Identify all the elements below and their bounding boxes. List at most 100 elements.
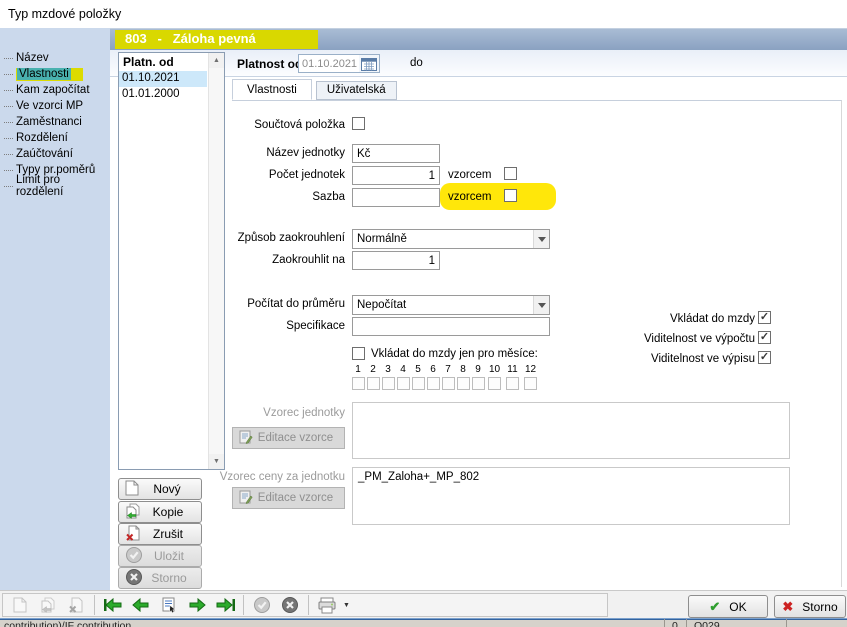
sidebar-item-label: Limit pro rozdělení bbox=[16, 174, 110, 198]
section-sidebar: Název Vlastnosti Kam započítat Ve vzorci… bbox=[0, 28, 110, 590]
sidebar-item-zauctovani[interactable]: Zaúčtování bbox=[2, 146, 110, 162]
insert-to-wage-checkbox[interactable]: ✓ bbox=[758, 311, 771, 324]
storno-button-label: Storno bbox=[802, 600, 837, 614]
tab-vlastnosti[interactable]: Vlastnosti bbox=[232, 79, 312, 100]
tree-dots bbox=[4, 122, 13, 123]
list-item[interactable]: 01.10.2021 bbox=[119, 71, 207, 87]
round-to-input[interactable] bbox=[352, 251, 440, 270]
status-separator bbox=[686, 619, 687, 627]
unit-formula-label: Vzorec jednotky bbox=[135, 407, 345, 419]
edit-formula-button-label: Editace vzorce bbox=[253, 492, 338, 504]
delete-button[interactable]: Zrušit bbox=[118, 523, 202, 545]
toolbar-separator bbox=[308, 595, 309, 615]
storno-button[interactable]: ✖ Storno bbox=[774, 595, 846, 618]
month-checkbox[interactable] bbox=[367, 377, 380, 390]
month-number: 6 bbox=[430, 364, 436, 375]
average-select[interactable]: Nepočítat bbox=[352, 295, 550, 315]
calendar-icon[interactable] bbox=[359, 55, 379, 72]
unit-formula-textarea[interactable] bbox=[352, 402, 790, 459]
previous-record-icon[interactable] bbox=[128, 594, 154, 616]
print-menu-caret-icon[interactable]: ▼ bbox=[343, 602, 350, 609]
insert-to-wage-label: Vkládat do mzdy bbox=[545, 313, 755, 325]
next-record-icon[interactable] bbox=[184, 594, 210, 616]
month-checkbox[interactable] bbox=[457, 377, 470, 390]
month-number: 7 bbox=[445, 364, 451, 375]
average-value: Nepočítat bbox=[353, 299, 533, 311]
record-title: 803 - Záloha pevná bbox=[115, 30, 318, 49]
sidebar-item-nazev[interactable]: Název bbox=[2, 50, 110, 66]
abort-circle-icon[interactable] bbox=[277, 594, 303, 616]
scroll-up-icon[interactable]: ▲ bbox=[209, 53, 224, 68]
sidebar-item-rozdeleni[interactable]: Rozdělení bbox=[2, 130, 110, 146]
sidebar-item-label: Ve vzorci MP bbox=[16, 100, 83, 112]
unit-count-input[interactable] bbox=[352, 166, 440, 185]
tab-uzivatelska[interactable]: Uživatelská bbox=[316, 81, 397, 100]
delete-page-icon[interactable] bbox=[63, 594, 89, 616]
month-checkbox[interactable] bbox=[427, 377, 440, 390]
month-number: 11 bbox=[507, 364, 517, 375]
unit-count-formula-checkbox[interactable] bbox=[504, 167, 517, 180]
confirm-circle-icon[interactable] bbox=[249, 594, 275, 616]
validity-from-label: Platnost od bbox=[237, 57, 302, 71]
unit-name-input[interactable] bbox=[352, 144, 440, 163]
ok-button[interactable]: ✔ OK bbox=[688, 595, 768, 618]
tree-dots bbox=[4, 58, 13, 59]
cancel-edit-button[interactable]: Storno bbox=[118, 567, 202, 589]
scroll-down-icon[interactable]: ▼ bbox=[209, 454, 224, 469]
month-checkbox[interactable] bbox=[488, 377, 501, 390]
new-button[interactable]: Nový bbox=[118, 478, 202, 500]
edit-unit-formula-button[interactable]: Editace vzorce bbox=[232, 427, 345, 449]
sidebar-item-limit-rozdeleni[interactable]: Limit pro rozdělení bbox=[2, 178, 110, 194]
tree-dots bbox=[4, 74, 13, 75]
copy-button[interactable]: Kopie bbox=[118, 501, 202, 523]
tree-dots bbox=[4, 138, 13, 139]
price-formula-textarea[interactable]: _PM_Zaloha+_MP_802 bbox=[352, 467, 790, 525]
tree-dots bbox=[4, 186, 13, 187]
month-checkbox[interactable] bbox=[472, 377, 485, 390]
month-checkbox[interactable] bbox=[352, 377, 365, 390]
delete-page-icon bbox=[125, 525, 141, 544]
month-checkbox[interactable] bbox=[382, 377, 395, 390]
sidebar-item-vlastnosti[interactable]: Vlastnosti bbox=[2, 66, 110, 82]
copy-icon[interactable] bbox=[35, 594, 61, 616]
sidebar-item-kam-zapocitat[interactable]: Kam započítat bbox=[2, 82, 110, 98]
save-button[interactable]: Uložit bbox=[118, 545, 202, 567]
validity-from-field[interactable]: 01.10.2021 bbox=[298, 54, 380, 73]
month-number: 1 bbox=[355, 364, 361, 375]
highlight-marker: Vlastnosti bbox=[16, 68, 83, 81]
record-list-icon[interactable] bbox=[156, 594, 182, 616]
months-only-label: Vkládat do mzdy jen pro měsíce: bbox=[371, 348, 538, 360]
validity-to-label: do bbox=[410, 57, 423, 69]
specification-input[interactable] bbox=[352, 317, 550, 336]
month-checkbox[interactable] bbox=[397, 377, 410, 390]
ok-button-label: OK bbox=[729, 600, 746, 614]
rate-input[interactable] bbox=[352, 188, 440, 207]
chevron-down-icon[interactable] bbox=[533, 296, 549, 314]
new-page-icon[interactable] bbox=[7, 594, 33, 616]
page-title: Typ mzdové položky bbox=[8, 7, 121, 21]
sum-item-checkbox[interactable] bbox=[352, 117, 365, 130]
chevron-down-icon[interactable] bbox=[533, 230, 549, 248]
edit-price-formula-button[interactable]: Editace vzorce bbox=[232, 487, 345, 509]
rounding-method-select[interactable]: Normálně bbox=[352, 229, 550, 249]
sidebar-item-ve-vzorci-mp[interactable]: Ve vzorci MP bbox=[2, 98, 110, 114]
tree-dots bbox=[4, 154, 13, 155]
month-number: 8 bbox=[460, 364, 466, 375]
month-checkbox[interactable] bbox=[524, 377, 537, 390]
months-only-checkbox[interactable] bbox=[352, 347, 365, 360]
last-record-icon[interactable] bbox=[212, 594, 238, 616]
rate-formula-checkbox[interactable] bbox=[504, 189, 517, 202]
first-record-icon[interactable] bbox=[100, 594, 126, 616]
sidebar-item-zamestnanci[interactable]: Zaměstnanci bbox=[2, 114, 110, 130]
visible-in-report-checkbox[interactable]: ✓ bbox=[758, 351, 771, 364]
save-button-label: Uložit bbox=[143, 549, 195, 563]
month-checkbox[interactable] bbox=[442, 377, 455, 390]
month-checkbox[interactable] bbox=[506, 377, 519, 390]
print-icon[interactable] bbox=[314, 594, 340, 616]
specification-label: Specifikace bbox=[135, 320, 345, 332]
list-item[interactable]: 01.01.2000 bbox=[119, 87, 207, 103]
new-button-label: Nový bbox=[139, 482, 195, 496]
storno-cross-icon: ✖ bbox=[782, 599, 793, 615]
visible-in-calc-checkbox[interactable]: ✓ bbox=[758, 331, 771, 344]
month-checkbox[interactable] bbox=[412, 377, 425, 390]
